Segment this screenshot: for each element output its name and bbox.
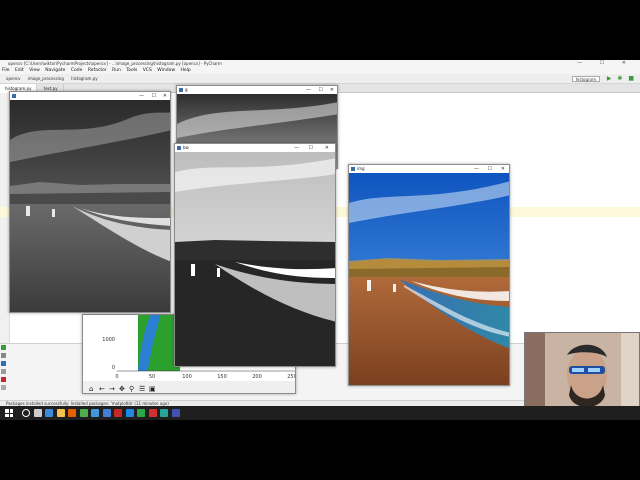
maximize-button[interactable]: ☐: [319, 86, 323, 94]
stop-icon[interactable]: [1, 353, 6, 358]
menu-code[interactable]: Code: [71, 68, 83, 73]
window-app-icon: [12, 94, 16, 98]
gray-window-large-titlebar[interactable]: — ☐ ✕: [10, 92, 170, 100]
window-app-icon: [177, 146, 181, 150]
menu-window[interactable]: Window: [157, 68, 175, 73]
menu-file[interactable]: File: [2, 68, 10, 73]
run-buttons[interactable]: ▶ ✱ ■: [607, 75, 636, 83]
menu-view[interactable]: View: [29, 68, 40, 73]
x-tick-label: 100: [182, 374, 192, 380]
gray-image: [10, 100, 170, 312]
color-window[interactable]: img — ☐ ✕: [348, 164, 510, 386]
python-icon[interactable]: [171, 409, 180, 417]
minimize-button[interactable]: —: [474, 165, 479, 173]
ide-navigation-bar: opencv image_processing histogram.py his…: [0, 74, 640, 84]
breadcrumb-project[interactable]: opencv: [6, 76, 21, 81]
x-tick-label: 250: [287, 374, 296, 380]
help-icon[interactable]: [1, 385, 6, 390]
x-tick-label: 200: [252, 374, 262, 380]
paint-icon[interactable]: [102, 409, 111, 417]
gray-window-back-titlebar[interactable]: g — ☐ ✕: [177, 86, 337, 94]
screenshot: opencv [C:\Users\wiktor\PycharmProjects\…: [0, 0, 640, 480]
maximize-button[interactable]: ☐: [309, 144, 313, 152]
news-icon[interactable]: [114, 409, 122, 417]
tool-window-strip: [1, 345, 8, 393]
ide-menu-bar: File Edit View Navigate Code Refactor Ru…: [0, 67, 640, 74]
gray-window-back-title: g: [185, 87, 188, 92]
close-button[interactable]: ✕: [501, 165, 505, 173]
menu-run[interactable]: Run: [112, 68, 121, 73]
back-icon[interactable]: ←: [99, 385, 105, 393]
search-icon[interactable]: [22, 409, 30, 417]
x-tick-label: 0: [115, 374, 118, 380]
bw-window-title: bw: [183, 145, 189, 150]
menu-navigate[interactable]: Navigate: [45, 68, 65, 73]
breadcrumb-folder[interactable]: image_processing: [28, 76, 64, 81]
color-window-titlebar[interactable]: img — ☐ ✕: [349, 165, 509, 173]
rerun-icon[interactable]: [1, 345, 6, 350]
configure-icon[interactable]: ☰: [139, 385, 145, 393]
zoom-icon[interactable]: ⚲: [129, 385, 134, 393]
gray-window-large[interactable]: — ☐ ✕: [9, 91, 171, 313]
ide-title: opencv [C:\Users\wiktor\PycharmProjects\…: [8, 61, 222, 66]
close-button[interactable]: ✕: [325, 144, 329, 152]
maximize-button[interactable]: ☐: [152, 92, 156, 100]
app-icon[interactable]: [160, 409, 168, 417]
pan-icon[interactable]: ✥: [119, 385, 125, 393]
task-view-icon[interactable]: [33, 409, 42, 417]
color-image: [349, 173, 509, 385]
menu-edit[interactable]: Edit: [15, 68, 24, 73]
minimize-button[interactable]: —: [294, 144, 299, 152]
taskbar: [0, 406, 640, 420]
minimize-button[interactable]: —: [139, 92, 144, 100]
menu-refactor[interactable]: Refactor: [88, 68, 107, 73]
save-icon[interactable]: ▣: [149, 385, 156, 393]
bw-image: [175, 152, 335, 366]
chrome-icon[interactable]: [79, 409, 88, 417]
minimize-button[interactable]: —: [306, 86, 311, 94]
bw-window[interactable]: bw — ☐ ✕: [174, 143, 336, 367]
window-app-icon: [351, 167, 355, 171]
x-tick-label: 50: [149, 374, 155, 380]
color-window-title: img: [357, 166, 365, 171]
explorer-icon[interactable]: [56, 409, 65, 417]
menu-help[interactable]: Help: [180, 68, 190, 73]
vscode-icon[interactable]: [91, 409, 99, 417]
opera-icon[interactable]: [148, 409, 157, 417]
pause-icon[interactable]: [1, 361, 6, 366]
photos-icon[interactable]: [125, 409, 134, 417]
breadcrumb-file[interactable]: histogram.py: [71, 76, 97, 81]
y-tick-label: 1000: [102, 337, 115, 343]
pycharm-icon[interactable]: [137, 409, 145, 417]
firefox-icon[interactable]: [68, 409, 76, 417]
run-config-select[interactable]: histogram: [571, 76, 600, 82]
home-icon[interactable]: ⌂: [89, 385, 93, 393]
x-tick-label: 150: [217, 374, 227, 380]
forward-icon[interactable]: →: [109, 385, 115, 393]
close-button[interactable]: ✕: [163, 92, 167, 100]
ide-window-controls[interactable]: — ☐ ✕: [577, 60, 634, 67]
bw-window-titlebar[interactable]: bw — ☐ ✕: [175, 144, 335, 152]
close-run-icon[interactable]: [1, 377, 6, 382]
maximize-button[interactable]: ☐: [488, 165, 492, 173]
edge-icon[interactable]: [45, 409, 53, 417]
settings-icon[interactable]: [1, 369, 6, 374]
ide-title-bar: opencv [C:\Users\wiktor\PycharmProjects\…: [0, 60, 640, 67]
y-tick-label: 0: [112, 365, 115, 371]
menu-vcs[interactable]: VCS: [143, 68, 152, 73]
window-app-icon: [179, 88, 183, 92]
windows-start-icon[interactable]: [5, 409, 13, 417]
menu-tools[interactable]: Tools: [126, 68, 137, 73]
close-button[interactable]: ✕: [330, 86, 334, 94]
desktop: opencv [C:\Users\wiktor\PycharmProjects\…: [0, 60, 640, 420]
